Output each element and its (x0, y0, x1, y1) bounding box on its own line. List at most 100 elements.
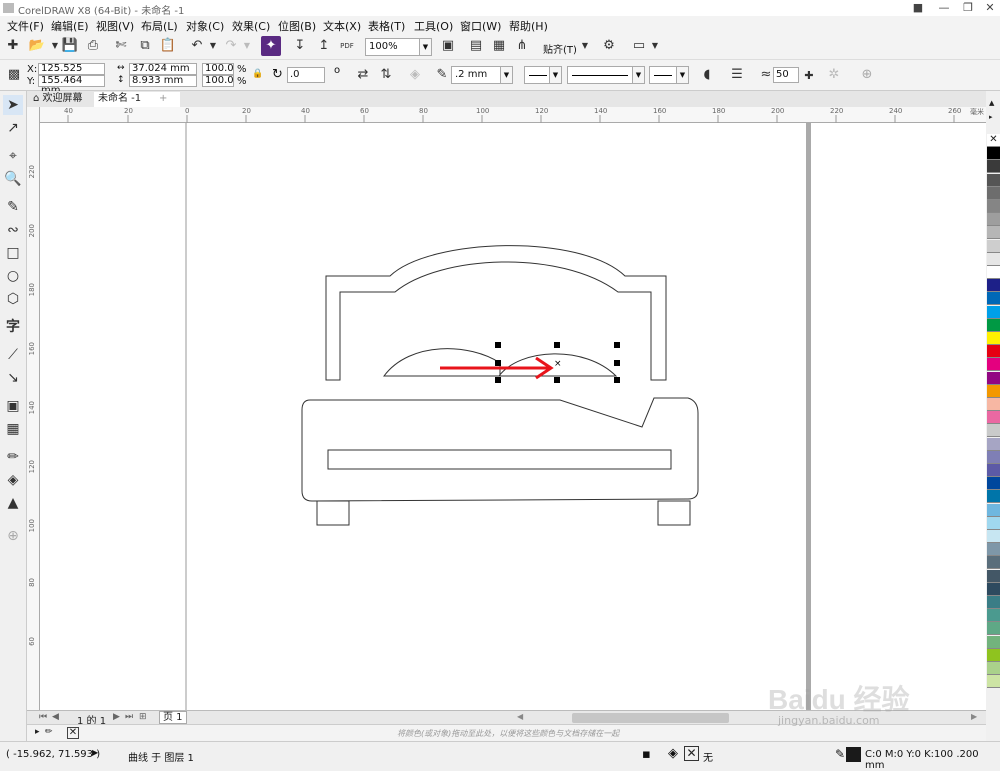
copy-icon[interactable]: ⧉ (135, 36, 155, 56)
outline-width-select[interactable]: .2 mm ▼ (451, 66, 513, 84)
menu-help[interactable]: 帮助(H) (509, 18, 548, 34)
scroll-left-icon[interactable]: ◀ (517, 712, 523, 721)
color-swatch[interactable] (987, 556, 1000, 570)
open-folder-icon[interactable]: 📂 (27, 36, 47, 56)
menu-edit[interactable]: 编辑(E) (51, 18, 89, 34)
eyedropper-tool-icon[interactable]: ✏ (3, 447, 23, 467)
next-page-icon[interactable]: ▶ (113, 712, 120, 722)
handle-top-right[interactable] (614, 342, 620, 348)
menu-layout[interactable]: 布局(L) (141, 18, 178, 34)
publish-pdf-icon[interactable]: PDF (337, 36, 357, 56)
handle-bottom-left[interactable] (495, 377, 501, 383)
rotation-angle-field[interactable]: .0 (287, 67, 325, 83)
color-swatch[interactable] (987, 173, 1000, 187)
bed-drawing[interactable] (301, 245, 699, 526)
handle-top-left[interactable] (495, 342, 501, 348)
drawing-canvas[interactable]: × (40, 123, 988, 710)
color-swatch[interactable] (987, 503, 1000, 517)
add-tab-button[interactable]: + (155, 92, 171, 107)
color-swatch[interactable] (987, 662, 1000, 675)
options-gear-icon[interactable]: ⚙ (599, 36, 619, 56)
last-page-icon[interactable]: ⏭ (125, 712, 133, 722)
scale-y-field[interactable]: 100.0 (202, 75, 234, 87)
palette-menu-icon[interactable]: ▸ (35, 727, 40, 737)
color-swatch[interactable] (987, 450, 1000, 464)
show-grid-icon[interactable]: ▦ (489, 36, 509, 56)
x-position-field[interactable]: 125.525 mm (38, 63, 105, 84)
color-swatch[interactable] (987, 345, 1000, 359)
menu-object[interactable]: 对象(C) (186, 18, 224, 34)
menu-bitmap[interactable]: 位图(B) (278, 18, 316, 34)
restore-button[interactable]: ❐ (956, 0, 980, 16)
new-document-icon[interactable]: ✚ (3, 36, 23, 56)
polygon-tool-icon[interactable]: ⬡ (3, 289, 23, 309)
parallel-dimension-tool-icon[interactable]: ⟋ (3, 345, 23, 365)
import-icon[interactable]: ↧ (290, 36, 310, 56)
start-arrowhead-select[interactable]: ▼ (524, 66, 562, 84)
menu-effects[interactable]: 效果(C) (232, 18, 270, 34)
shape-tool-icon[interactable]: ↗ (3, 118, 23, 138)
snap-to-menu[interactable]: 贴齐(T) (543, 41, 577, 56)
undo-dropdown-icon[interactable]: ▼ (203, 36, 223, 56)
color-swatch[interactable] (987, 332, 1000, 345)
horizontal-scrollbar-thumb[interactable] (572, 713, 729, 723)
color-swatch[interactable] (987, 530, 1000, 543)
handle-bottom-right[interactable] (614, 377, 620, 383)
no-color-swatch-icon[interactable]: ✕ (67, 727, 79, 739)
interactive-fill-tool-icon[interactable]: ◈ (3, 470, 23, 490)
freehand-tool-icon[interactable]: ✎ (3, 197, 23, 217)
color-swatch[interactable] (987, 371, 1000, 385)
add-property-icon[interactable]: ⊕ (857, 65, 877, 85)
color-swatch[interactable] (987, 266, 1000, 279)
convert-to-curves-icon[interactable]: ◈ (405, 65, 425, 85)
color-swatch[interactable] (987, 464, 1000, 477)
menu-text[interactable]: 文本(X) (323, 18, 361, 34)
object-origin-icon[interactable]: ▩ (4, 65, 24, 85)
smart-fill-tool-icon[interactable]: ▲ (3, 493, 23, 513)
wrap-text-icon[interactable]: ☰ (727, 65, 747, 85)
color-swatch[interactable] (987, 384, 1000, 398)
previous-page-icon[interactable]: ◀ (52, 712, 59, 722)
palette-expand-icon[interactable]: ▸ (989, 113, 993, 121)
paste-icon[interactable]: 📋 (158, 36, 178, 56)
ellipse-tool-icon[interactable]: ○ (3, 266, 23, 286)
zoom-tool-icon[interactable]: 🔍 (3, 169, 23, 189)
add-tool-icon[interactable]: ⊕ (3, 526, 23, 546)
vertical-ruler[interactable]: 220 200 180 160 140 120 100 80 60 (27, 107, 40, 710)
color-swatch[interactable] (987, 622, 1000, 636)
outline-pen-status-icon[interactable]: ✎ (835, 747, 845, 761)
eyedropper-icon[interactable]: ✏ (45, 727, 53, 737)
color-swatch[interactable] (987, 213, 1000, 227)
launcher-dropdown-icon[interactable]: ▼ (645, 36, 665, 56)
end-arrowhead-select[interactable]: ▼ (649, 66, 689, 84)
close-curve-icon[interactable]: ◖ (697, 65, 717, 85)
page-tab-1[interactable]: 页 1 (159, 711, 187, 724)
color-swatch[interactable] (987, 516, 1000, 530)
color-swatch[interactable] (987, 437, 1000, 451)
smoothness-slider-icon[interactable]: ✚ (799, 66, 819, 86)
color-swatch[interactable] (987, 279, 1000, 293)
pick-tool-icon[interactable]: ➤ (3, 95, 23, 115)
handle-top-center[interactable] (554, 342, 560, 348)
rectangle-tool-icon[interactable]: □ (3, 243, 23, 263)
lock-ratio-icon[interactable]: 🔒 (252, 69, 263, 79)
no-color-swatch-icon[interactable]: ✕ (987, 134, 1000, 147)
transparency-tool-icon[interactable]: ▦ (3, 419, 23, 439)
menu-window[interactable]: 窗口(W) (460, 18, 501, 34)
y-position-field[interactable]: 155.464 mm (38, 75, 105, 96)
handle-bottom-center[interactable] (554, 377, 560, 383)
bed-rail-shape[interactable] (327, 449, 672, 470)
color-swatch[interactable] (987, 292, 1000, 306)
headboard-shape[interactable] (325, 245, 667, 381)
menu-table[interactable]: 表格(T) (368, 18, 405, 34)
cut-icon[interactable]: ✄ (111, 36, 131, 56)
status-expand-icon[interactable]: ▶ (92, 748, 98, 757)
save-icon[interactable]: 💾 (60, 36, 80, 56)
print-icon[interactable]: ⎙ (83, 36, 103, 56)
scale-x-field[interactable]: 100.0 (202, 63, 234, 75)
handle-middle-left[interactable] (495, 360, 501, 366)
horizontal-ruler[interactable]: 40 20 0 20 40 60 80 100 120 140 160 180 … (40, 107, 988, 123)
color-swatch[interactable] (987, 147, 1000, 161)
color-swatch[interactable] (987, 490, 1000, 504)
menu-file[interactable]: 文件(F) (7, 18, 44, 34)
